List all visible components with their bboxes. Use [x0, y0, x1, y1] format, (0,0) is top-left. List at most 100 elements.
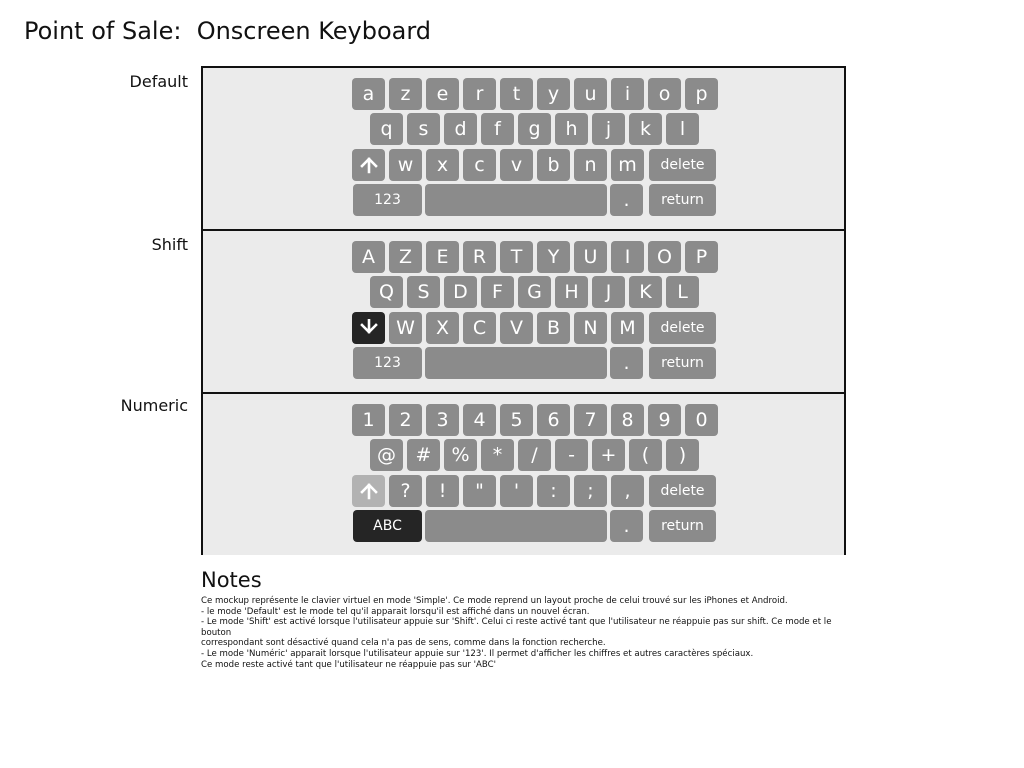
shift-space-key[interactable]	[425, 347, 607, 379]
key-numeric-r1-1[interactable]: 2	[389, 404, 422, 436]
key-numeric-r1-4[interactable]: 5	[500, 404, 533, 436]
key-default-r3-5[interactable]: n	[574, 149, 607, 181]
key-numeric-r1-0[interactable]: 1	[352, 404, 385, 436]
key-default-r3-0[interactable]: w	[389, 149, 422, 181]
key-shift-r1-7[interactable]: I	[611, 241, 644, 273]
key-default-r2-5[interactable]: h	[555, 113, 588, 145]
key-numeric-r2-7[interactable]: (	[629, 439, 662, 471]
key-default-r1-4[interactable]: t	[500, 78, 533, 110]
key-numeric-r1-2[interactable]: 3	[426, 404, 459, 436]
numeric-period-key[interactable]: .	[610, 510, 643, 542]
key-numeric-r2-2[interactable]: %	[444, 439, 477, 471]
key-default-r3-4[interactable]: b	[537, 149, 570, 181]
shift-mode-switch-key[interactable]: 123	[353, 347, 422, 379]
numeric-return-key[interactable]: return	[649, 510, 716, 542]
label-numeric: Numeric	[120, 396, 188, 415]
key-shift-r3-2[interactable]: C	[463, 312, 496, 344]
key-shift-r3-3[interactable]: V	[500, 312, 533, 344]
key-numeric-r2-6[interactable]: +	[592, 439, 625, 471]
key-default-r2-6[interactable]: j	[592, 113, 625, 145]
key-numeric-r3-0[interactable]: ?	[389, 475, 422, 507]
key-shift-r2-5[interactable]: H	[555, 276, 588, 308]
notes-line: - le mode 'Default' est le mode tel qu'i…	[201, 606, 590, 617]
default-space-key[interactable]	[425, 184, 607, 216]
key-numeric-r2-0[interactable]: @	[370, 439, 403, 471]
key-default-r1-5[interactable]: y	[537, 78, 570, 110]
default-return-key[interactable]: return	[649, 184, 716, 216]
key-default-r1-1[interactable]: z	[389, 78, 422, 110]
key-shift-r2-3[interactable]: F	[481, 276, 514, 308]
default-delete-key[interactable]: delete	[649, 149, 716, 181]
shift-delete-key[interactable]: delete	[649, 312, 716, 344]
key-shift-r2-2[interactable]: D	[444, 276, 477, 308]
key-shift-r1-3[interactable]: R	[463, 241, 496, 273]
key-numeric-r3-5[interactable]: ;	[574, 475, 607, 507]
key-numeric-r2-4[interactable]: /	[518, 439, 551, 471]
key-numeric-r1-6[interactable]: 7	[574, 404, 607, 436]
key-default-r3-6[interactable]: m	[611, 149, 644, 181]
key-default-r1-7[interactable]: i	[611, 78, 644, 110]
key-shift-r1-8[interactable]: O	[648, 241, 681, 273]
key-numeric-r3-1[interactable]: !	[426, 475, 459, 507]
key-default-r2-3[interactable]: f	[481, 113, 514, 145]
default-mode-switch-key[interactable]: 123	[353, 184, 422, 216]
notes-body: Ce mockup représente le clavier virtuel …	[201, 596, 861, 670]
key-default-r2-2[interactable]: d	[444, 113, 477, 145]
key-shift-r2-6[interactable]: J	[592, 276, 625, 308]
key-shift-r1-0[interactable]: A	[352, 241, 385, 273]
key-shift-r2-4[interactable]: G	[518, 276, 551, 308]
key-default-r3-2[interactable]: c	[463, 149, 496, 181]
key-numeric-r3-6[interactable]: ,	[611, 475, 644, 507]
key-shift-r2-1[interactable]: S	[407, 276, 440, 308]
shift-shift-key[interactable]	[352, 312, 385, 344]
key-shift-r1-1[interactable]: Z	[389, 241, 422, 273]
key-numeric-r1-7[interactable]: 8	[611, 404, 644, 436]
key-shift-r1-4[interactable]: T	[500, 241, 533, 273]
key-shift-r3-4[interactable]: B	[537, 312, 570, 344]
key-default-r1-2[interactable]: e	[426, 78, 459, 110]
key-numeric-r3-3[interactable]: '	[500, 475, 533, 507]
key-default-r2-1[interactable]: s	[407, 113, 440, 145]
shift-period-key[interactable]: .	[610, 347, 643, 379]
key-default-r2-0[interactable]: q	[370, 113, 403, 145]
key-shift-r2-8[interactable]: L	[666, 276, 699, 308]
key-default-r3-3[interactable]: v	[500, 149, 533, 181]
key-shift-r2-7[interactable]: K	[629, 276, 662, 308]
key-numeric-r2-3[interactable]: *	[481, 439, 514, 471]
key-shift-r1-2[interactable]: E	[426, 241, 459, 273]
key-numeric-r2-8[interactable]: )	[666, 439, 699, 471]
key-shift-r1-9[interactable]: P	[685, 241, 718, 273]
key-default-r1-6[interactable]: u	[574, 78, 607, 110]
key-default-r1-3[interactable]: r	[463, 78, 496, 110]
key-shift-r1-5[interactable]: Y	[537, 241, 570, 273]
numeric-shift-key[interactable]	[352, 475, 385, 507]
shift-return-key[interactable]: return	[649, 347, 716, 379]
key-numeric-r3-4[interactable]: :	[537, 475, 570, 507]
notes-line: - Le mode 'Numéric' apparait lorsque l'u…	[201, 648, 754, 659]
default-shift-key[interactable]	[352, 149, 385, 181]
key-numeric-r1-3[interactable]: 4	[463, 404, 496, 436]
numeric-space-key[interactable]	[425, 510, 607, 542]
key-default-r2-8[interactable]: l	[666, 113, 699, 145]
key-numeric-r1-5[interactable]: 6	[537, 404, 570, 436]
key-default-r2-7[interactable]: k	[629, 113, 662, 145]
numeric-delete-key[interactable]: delete	[649, 475, 716, 507]
key-default-r1-0[interactable]: a	[352, 78, 385, 110]
key-numeric-r3-2[interactable]: "	[463, 475, 496, 507]
key-shift-r3-5[interactable]: N	[574, 312, 607, 344]
key-numeric-r2-1[interactable]: #	[407, 439, 440, 471]
key-numeric-r1-8[interactable]: 9	[648, 404, 681, 436]
key-default-r1-9[interactable]: p	[685, 78, 718, 110]
default-period-key[interactable]: .	[610, 184, 643, 216]
key-numeric-r2-5[interactable]: -	[555, 439, 588, 471]
key-default-r2-4[interactable]: g	[518, 113, 551, 145]
key-numeric-r1-9[interactable]: 0	[685, 404, 718, 436]
key-default-r3-1[interactable]: x	[426, 149, 459, 181]
key-default-r1-8[interactable]: o	[648, 78, 681, 110]
key-shift-r3-0[interactable]: W	[389, 312, 422, 344]
key-shift-r3-1[interactable]: X	[426, 312, 459, 344]
numeric-mode-switch-key[interactable]: ABC	[353, 510, 422, 542]
key-shift-r3-6[interactable]: M	[611, 312, 644, 344]
key-shift-r2-0[interactable]: Q	[370, 276, 403, 308]
key-shift-r1-6[interactable]: U	[574, 241, 607, 273]
